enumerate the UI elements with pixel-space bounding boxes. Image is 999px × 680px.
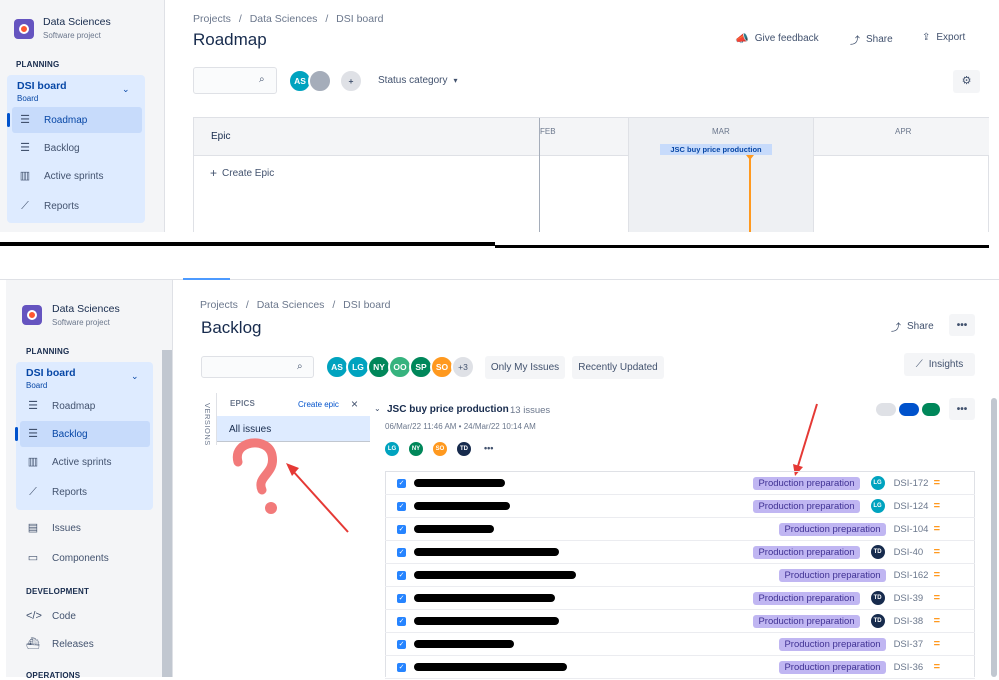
arrow-annotation (797, 403, 818, 467)
priority-medium-icon: = (933, 546, 940, 558)
assignee-avatar[interactable]: NY (408, 441, 424, 457)
redacted-summary (414, 594, 555, 602)
assignee-avatar[interactable]: TD (869, 613, 886, 629)
epic-label[interactable]: Production preparation (753, 476, 860, 490)
redacted-summary (414, 548, 559, 556)
redacted-summary (414, 502, 510, 510)
issue-row[interactable]: ✓ Production preparation TD DSI-40 = (385, 541, 975, 564)
priority-medium-icon: = (933, 477, 940, 489)
epic-label[interactable]: Production preparation (753, 545, 860, 559)
assignee-avatar[interactable]: LG (384, 441, 400, 457)
issue-row[interactable]: ✓ Production preparation TD DSI-39 = (385, 587, 975, 610)
arrow-head (286, 463, 299, 476)
priority-medium-icon: = (933, 615, 940, 627)
issue-row[interactable]: ✓ Production preparation TD DSI-38 = (385, 610, 975, 633)
issue-key[interactable]: DSI-40 (894, 547, 934, 558)
status-pill-todo (876, 403, 896, 416)
priority-medium-icon: = (933, 569, 940, 581)
epic-label[interactable]: Production preparation (779, 660, 886, 674)
story-icon: ✓ (397, 662, 406, 672)
priority-medium-icon: = (933, 661, 940, 673)
question-mark-dot (265, 502, 277, 514)
sprint-issue-count: 13 issues (510, 405, 551, 416)
story-icon: ✓ (397, 501, 406, 511)
question-mark-annotation (232, 438, 277, 495)
sprint-dates: 06/Mar/22 11:46 AM • 24/Mar/22 10:14 AM (385, 422, 536, 431)
assignee-avatar[interactable]: TD (869, 544, 886, 560)
assignee-avatar[interactable]: LG (869, 498, 886, 514)
issue-key[interactable]: DSI-39 (894, 593, 934, 604)
story-icon: ✓ (397, 639, 406, 649)
issue-row[interactable]: ✓ Production preparation DSI-36 = (385, 656, 975, 679)
story-icon: ✓ (397, 593, 406, 603)
assignee-avatar[interactable]: TD (456, 441, 472, 457)
issue-key[interactable]: DSI-36 (894, 662, 934, 673)
redacted-summary (414, 663, 567, 671)
priority-medium-icon: = (933, 523, 940, 535)
epic-label[interactable]: Production preparation (753, 614, 860, 628)
sprint-more-button[interactable]: ••• (949, 398, 975, 420)
priority-medium-icon: = (933, 592, 940, 604)
assignee-avatar[interactable]: TD (869, 590, 886, 606)
story-icon: ✓ (397, 616, 406, 626)
epic-label[interactable]: Production preparation (753, 591, 860, 605)
arrow-annotation (291, 469, 349, 533)
status-pill-done (922, 403, 940, 416)
issue-key[interactable]: DSI-162 (894, 570, 934, 581)
issue-key[interactable]: DSI-37 (894, 639, 934, 650)
issue-key[interactable]: DSI-104 (894, 524, 934, 535)
collapse-chevron-icon[interactable]: ⌄ (374, 404, 381, 413)
issue-key[interactable]: DSI-38 (894, 616, 934, 627)
epic-label[interactable]: Production preparation (753, 499, 860, 513)
sprint-name[interactable]: JSC buy price production (387, 404, 509, 415)
issue-row[interactable]: ✓ Production preparation DSI-37 = (385, 633, 975, 656)
epic-label[interactable]: Production preparation (779, 637, 886, 651)
priority-medium-icon: = (933, 500, 940, 512)
assignee-avatar[interactable]: SO (432, 441, 448, 457)
assignee-avatar[interactable]: LG (869, 475, 886, 491)
main-scrollbar[interactable] (991, 398, 997, 677)
redacted-summary (414, 479, 505, 487)
issue-key[interactable]: DSI-124 (894, 501, 934, 512)
redacted-summary (414, 617, 559, 625)
issue-row[interactable]: ✓ Production preparation DSI-162 = (385, 564, 975, 587)
story-icon: ✓ (397, 524, 406, 534)
epic-label[interactable]: Production preparation (779, 522, 886, 536)
epic-label[interactable]: Production preparation (779, 568, 886, 582)
issue-row[interactable]: ✓ Production preparation DSI-104 = (385, 518, 975, 541)
status-pill-inprogress (899, 403, 919, 416)
story-icon: ✓ (397, 570, 406, 580)
priority-medium-icon: = (933, 638, 940, 650)
issue-row[interactable]: ✓ Production preparation LG DSI-172 = (385, 472, 975, 495)
redacted-summary (414, 640, 514, 648)
redacted-summary (414, 525, 494, 533)
redacted-summary (414, 571, 576, 579)
story-icon: ✓ (397, 478, 406, 488)
more-assignees-button[interactable]: ••• (484, 443, 493, 453)
issue-row[interactable]: ✓ Production preparation LG DSI-124 = (385, 495, 975, 518)
story-icon: ✓ (397, 547, 406, 557)
issue-key[interactable]: DSI-172 (894, 478, 934, 489)
